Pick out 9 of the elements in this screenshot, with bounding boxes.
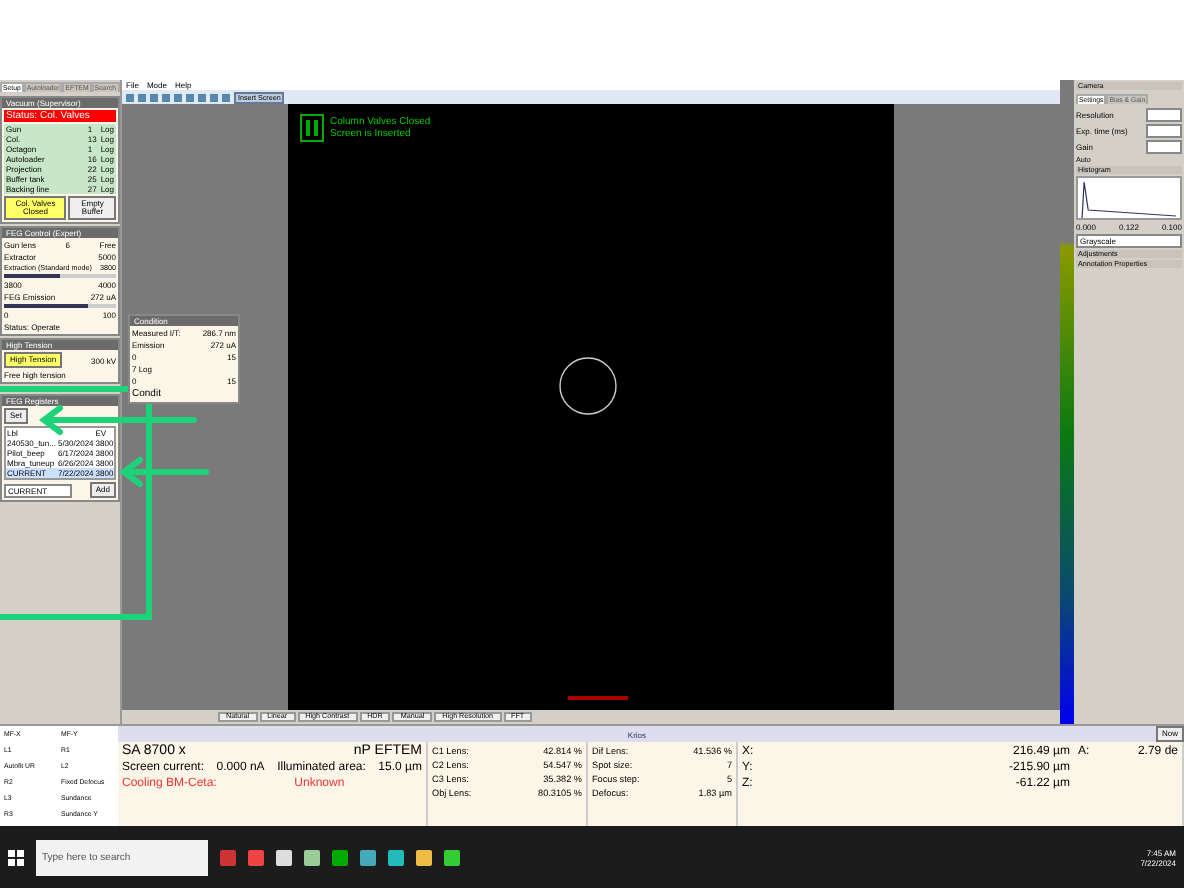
camera-field[interactable] <box>1146 140 1182 154</box>
camera-field[interactable] <box>1146 108 1182 122</box>
scale-bar-icon <box>568 696 628 700</box>
beam-circle-icon <box>558 356 618 416</box>
camera-field[interactable] <box>1146 124 1182 138</box>
pause-icon <box>300 114 324 142</box>
histogram-drawing <box>1076 176 1182 220</box>
windows-start-icon[interactable] <box>8 850 24 866</box>
annotation-arrow <box>120 458 208 486</box>
